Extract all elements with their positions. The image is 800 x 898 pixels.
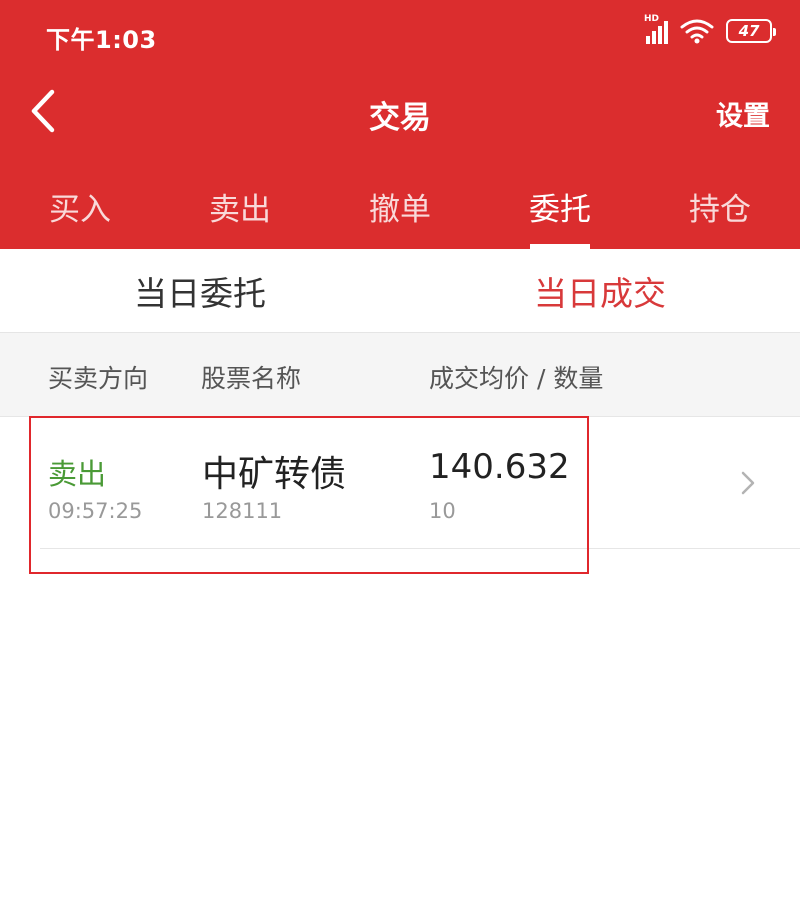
chevron-left-icon (31, 89, 55, 133)
battery-icon: 47 (726, 19, 776, 43)
tab-positions[interactable]: 持仓 (640, 180, 800, 249)
subtab-today-orders[interactable]: 当日委托 (0, 249, 400, 332)
order-subtabs: 当日委托 当日成交 (0, 249, 800, 333)
settings-button[interactable]: 设置 (716, 94, 770, 133)
stock-code: 128111 (202, 499, 283, 523)
chevron-right-icon (741, 471, 755, 495)
page-title: 交易 (369, 100, 431, 136)
battery-level: 47 (738, 22, 760, 40)
row-divider (40, 548, 800, 549)
column-direction: 买卖方向 (48, 364, 149, 393)
signal-icon: HD (644, 14, 668, 44)
avg-price: 140.632 (429, 447, 570, 487)
app-header: 下午1:03 HD 47 交易 设置 买入 卖出 撤单 委托 持仓 (0, 0, 800, 249)
table-header: 买卖方向 股票名称 成交均价 / 数量 (0, 333, 800, 417)
trade-row[interactable]: 卖出 09:57:25 中矿转债 128111 140.632 10 (0, 417, 800, 549)
stock-name: 中矿转债 (202, 454, 347, 495)
trade-direction: 卖出 (48, 457, 107, 491)
trade-time: 09:57:25 (48, 499, 143, 523)
hd-label: HD (644, 14, 660, 24)
tab-buy[interactable]: 买入 (0, 180, 160, 249)
status-icons: HD 47 (644, 14, 776, 44)
column-price-qty: 成交均价 / 数量 (429, 364, 604, 393)
wifi-icon (680, 19, 714, 44)
subtab-today-trades[interactable]: 当日成交 (400, 249, 800, 332)
trade-tabs: 买入 卖出 撤单 委托 持仓 (0, 180, 800, 249)
status-time: 下午1:03 (46, 26, 157, 54)
trade-quantity: 10 (429, 499, 456, 523)
tab-sell[interactable]: 卖出 (160, 180, 320, 249)
tab-orders[interactable]: 委托 (480, 180, 640, 249)
tab-cancel[interactable]: 撤单 (320, 180, 480, 249)
column-stock-name: 股票名称 (201, 364, 302, 393)
back-button[interactable] (26, 88, 66, 134)
